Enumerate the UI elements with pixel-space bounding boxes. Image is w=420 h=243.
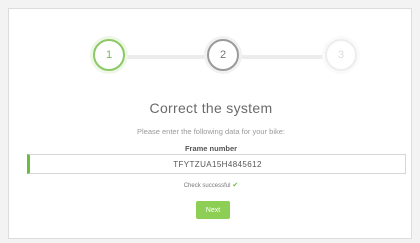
instruction-text: Please enter the following data for your… [136, 127, 285, 136]
step-1-label: 1 [105, 49, 113, 61]
frame-number-input[interactable] [27, 154, 406, 174]
validation-text: Check successful [183, 183, 231, 189]
page-title: Correct the system [149, 100, 273, 116]
step-2-label: 2 [219, 49, 227, 61]
frame-number-label: Frame number [184, 144, 238, 153]
next-button[interactable]: Next [196, 201, 230, 219]
validation-message: Check successful ✔ [9, 181, 413, 189]
progress-stepper: 1 2 3 [9, 39, 413, 75]
step-connector-1-2 [113, 55, 209, 59]
checkmark-icon: ✔ [232, 182, 239, 189]
step-1-indicator: 1 [93, 39, 125, 71]
wizard-panel: 1 2 3 Correct the system Please enter th… [8, 8, 412, 239]
step-3-indicator: 3 [325, 39, 357, 71]
step-connector-2-3 [239, 55, 335, 59]
step-3-label: 3 [337, 49, 345, 61]
step-2-indicator: 2 [207, 39, 239, 71]
